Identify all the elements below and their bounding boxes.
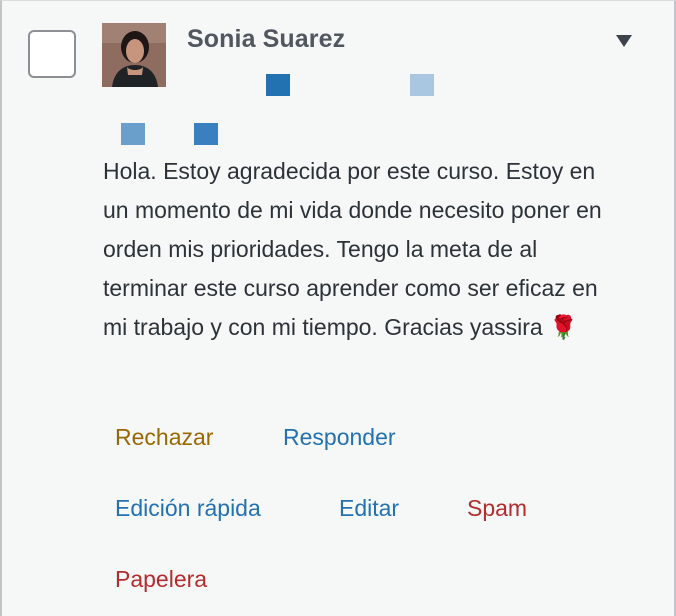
rose-emoji-icon: 🌹: [549, 314, 578, 340]
status-square-icon: [266, 74, 290, 96]
select-comment-checkbox[interactable]: [28, 30, 76, 78]
avatar: [102, 23, 166, 87]
toggle-details-button[interactable]: [613, 31, 635, 51]
spam-link[interactable]: Spam: [467, 495, 527, 522]
edit-link[interactable]: Editar: [339, 495, 399, 522]
quick-edit-link[interactable]: Edición rápida: [115, 495, 261, 522]
reject-link[interactable]: Rechazar: [115, 424, 213, 451]
status-square-icon: [410, 74, 434, 96]
comment-body: Hola. Estoy agradecida por este curso. E…: [103, 158, 602, 340]
comment-row: Sonia Suarez Hola. Estoy agradecida por …: [0, 0, 676, 616]
reply-link[interactable]: Responder: [283, 424, 396, 451]
comment-author: Sonia Suarez: [187, 25, 346, 53]
triangle-down-icon: [616, 35, 632, 47]
status-square-icon: [121, 123, 145, 145]
comment-text: Hola. Estoy agradecida por este curso. E…: [103, 152, 623, 347]
user-avatar-photo-icon: [102, 23, 166, 87]
trash-link[interactable]: Papelera: [115, 566, 207, 593]
status-square-icon: [194, 123, 218, 145]
